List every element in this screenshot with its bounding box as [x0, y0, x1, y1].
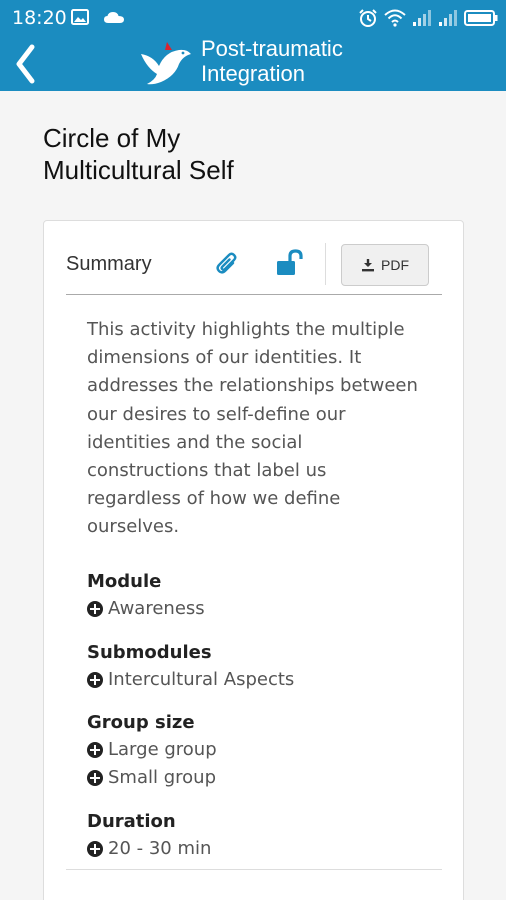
app-header: Post-traumatic Integration: [0, 36, 506, 91]
summary-card: Summary PDF This activity highlights the…: [43, 220, 464, 900]
plus-circle-icon: [87, 601, 103, 617]
group-size-section: Group size Large group Small group: [87, 710, 417, 792]
status-bar: 18:20: [0, 0, 506, 36]
status-icons: [358, 6, 498, 30]
tag-label: 20 - 30 min: [108, 838, 212, 859]
tag-label: Small group: [108, 767, 216, 788]
back-button[interactable]: [8, 38, 42, 90]
attachment-button[interactable]: [213, 249, 243, 279]
status-time: 18:20: [12, 7, 67, 29]
alarm-icon: [359, 9, 377, 27]
bird-logo: [141, 42, 191, 85]
signal-icon: [413, 10, 431, 26]
summary-tab[interactable]: Summary: [66, 253, 152, 276]
plus-circle-icon: [87, 841, 103, 857]
page-title-line-1: Circle of My: [43, 123, 181, 153]
image-icon: [71, 9, 89, 25]
pdf-download-button[interactable]: PDF: [341, 244, 429, 286]
unlock-icon: [277, 249, 303, 275]
page-title-line-2: Multicultural Self: [43, 155, 234, 185]
tag-label: Intercultural Aspects: [108, 669, 295, 690]
section-title: Duration: [87, 811, 176, 832]
tag-label: Awareness: [108, 598, 205, 619]
pdf-label: PDF: [381, 257, 409, 273]
plus-circle-icon: [87, 742, 103, 758]
section-title: Group size: [87, 712, 195, 733]
plus-circle-icon: [87, 672, 103, 688]
card-divider: [66, 869, 442, 870]
battery-icon: [464, 10, 498, 26]
submodule-item[interactable]: Intercultural Aspects: [87, 666, 417, 694]
duration-section: Duration 20 - 30 min: [87, 809, 417, 863]
module-section: Module Awareness: [87, 569, 417, 623]
chevron-left-icon: [16, 44, 35, 84]
section-title: Module: [87, 571, 162, 592]
header-divider: [325, 243, 326, 285]
page-title: Circle of My Multicultural Self: [43, 122, 343, 186]
group-size-item[interactable]: Large group: [87, 736, 417, 764]
signal-icon: [439, 10, 457, 26]
module-item[interactable]: Awareness: [87, 595, 417, 623]
activity-description: This activity highlights the multiple di…: [87, 319, 418, 538]
unlock-button[interactable]: [273, 249, 307, 279]
brand-line-1: Post-traumatic: [201, 36, 343, 61]
brand-name: Post-traumatic Integration: [201, 36, 343, 86]
submodules-section: Submodules Intercultural Aspects: [87, 640, 417, 694]
plus-circle-icon: [87, 770, 103, 786]
cloud-icon: [104, 12, 124, 23]
brand-line-2: Integration: [201, 61, 305, 86]
card-header: Summary PDF: [66, 243, 442, 295]
section-title: Submodules: [87, 642, 212, 663]
group-size-item[interactable]: Small group: [87, 764, 417, 792]
tag-label: Large group: [108, 739, 217, 760]
duration-item[interactable]: 20 - 30 min: [87, 835, 417, 863]
wifi-icon: [384, 9, 406, 27]
paperclip-icon: [216, 252, 237, 274]
download-icon: [362, 259, 374, 272]
